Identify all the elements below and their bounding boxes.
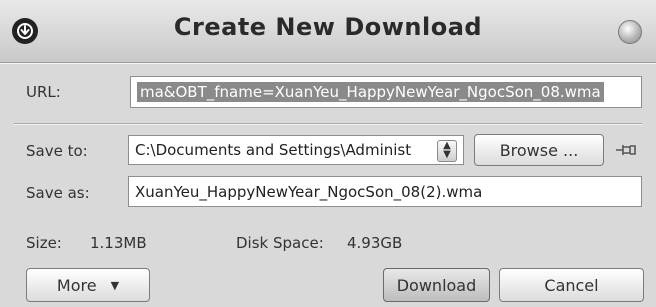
url-input-value: ma&OBT_fname=XuanYeu_HappyNewYear_NgocSo…: [137, 82, 604, 102]
url-label: URL:: [26, 83, 61, 101]
disk-space-label: Disk Space:: [236, 234, 324, 252]
close-window-icon[interactable]: [618, 20, 642, 44]
title-bar: Create New Download: [0, 0, 656, 63]
pin-icon[interactable]: [614, 142, 640, 158]
dropdown-arrow-icon: ▼: [110, 278, 120, 292]
size-label: Size:: [26, 234, 62, 252]
save-as-input[interactable]: XuanYeu_HappyNewYear_NgocSon_08(2).wma: [128, 176, 642, 207]
select-arrows-icon[interactable]: ▲ ▼: [437, 140, 457, 162]
cancel-button[interactable]: Cancel: [499, 268, 644, 302]
divider: [14, 123, 642, 125]
browse-button[interactable]: Browse ...: [474, 134, 604, 166]
download-button[interactable]: Download: [383, 268, 490, 302]
url-input[interactable]: ma&OBT_fname=XuanYeu_HappyNewYear_NgocSo…: [130, 76, 642, 108]
save-to-value: C:\Documents and Settings\Administ: [135, 141, 412, 159]
more-button[interactable]: More ▼: [26, 268, 150, 302]
dialog-body: URL: ma&OBT_fname=XuanYeu_HappyNewYear_N…: [0, 63, 656, 307]
save-as-label: Save as:: [26, 184, 90, 202]
more-label: More: [56, 275, 97, 295]
save-as-value: XuanYeu_HappyNewYear_NgocSon_08(2).wma: [135, 182, 483, 201]
size-value: 1.13MB: [90, 234, 147, 252]
save-to-label: Save to:: [26, 142, 88, 160]
disk-space-value: 4.93GB: [347, 234, 403, 252]
save-to-select[interactable]: C:\Documents and Settings\Administ ▲ ▼: [128, 135, 464, 165]
window-title: Create New Download: [173, 13, 483, 41]
